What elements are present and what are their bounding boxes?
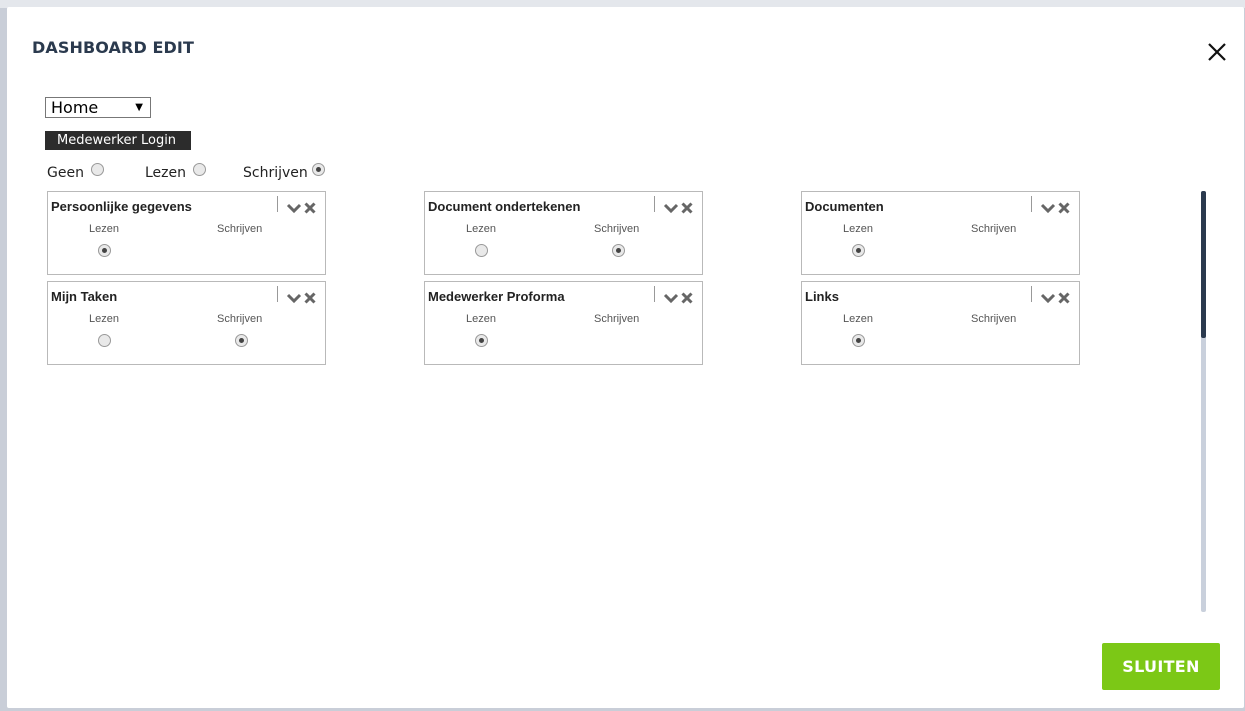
widget-title: Document ondertekenen	[428, 199, 581, 214]
widget-read-radio[interactable]	[852, 244, 865, 257]
widget-read-label: Lezen	[89, 313, 119, 325]
perm-radio-geen[interactable]	[91, 163, 104, 176]
widget-card: Persoonlijke gegevens Lezen Schrijven	[47, 191, 326, 275]
widget-write-radio[interactable]	[612, 244, 625, 257]
caret-down-icon: ▼	[135, 102, 143, 113]
widget-read-radio[interactable]	[475, 244, 488, 257]
dashboard-edit-modal: DASHBOARD EDIT Home ▼ Medewerker Login G…	[7, 7, 1244, 708]
widget-write-radio[interactable]	[235, 334, 248, 347]
perm-radio-lezen[interactable]	[193, 163, 206, 176]
perm-label-geen: Geen	[47, 165, 84, 181]
widget-divider	[654, 196, 655, 212]
remove-widget-icon[interactable]	[681, 199, 693, 214]
widget-card: Document ondertekenen Lezen Schrijven	[424, 191, 703, 275]
widget-title: Mijn Taken	[51, 289, 118, 304]
widget-read-label: Lezen	[843, 223, 873, 235]
widget-title: Documenten	[805, 199, 884, 214]
remove-widget-icon[interactable]	[1058, 289, 1070, 304]
chevron-down-icon[interactable]	[1040, 289, 1056, 304]
widget-title: Persoonlijke gegevens	[51, 199, 192, 214]
widget-read-radio[interactable]	[475, 334, 488, 347]
widget-divider	[1031, 286, 1032, 302]
chevron-down-icon[interactable]	[286, 289, 302, 304]
perm-radio-schrijven[interactable]	[312, 163, 325, 176]
widget-read-label: Lezen	[843, 313, 873, 325]
widget-title: Links	[805, 289, 839, 304]
widget-card: Links Lezen Schrijven	[801, 281, 1080, 365]
widget-divider	[1031, 196, 1032, 212]
close-icon[interactable]	[1205, 40, 1229, 64]
sluiten-button[interactable]: SLUITEN	[1102, 643, 1220, 690]
widget-write-label: Schrijven	[971, 223, 1017, 235]
widget-read-radio[interactable]	[852, 334, 865, 347]
remove-widget-icon[interactable]	[1058, 199, 1070, 214]
widget-read-radio[interactable]	[98, 334, 111, 347]
remove-widget-icon[interactable]	[681, 289, 693, 304]
widget-card: Medewerker Proforma Lezen Schrijven	[424, 281, 703, 365]
widget-write-label: Schrijven	[594, 223, 640, 235]
scrollbar-thumb[interactable]	[1201, 191, 1206, 338]
widget-card: Mijn Taken Lezen Schrijven	[47, 281, 326, 365]
widget-write-label: Schrijven	[594, 313, 640, 325]
widget-read-label: Lezen	[466, 313, 496, 325]
widget-divider	[277, 286, 278, 302]
widget-title: Medewerker Proforma	[428, 289, 565, 304]
chevron-down-icon[interactable]	[1040, 199, 1056, 214]
page-select[interactable]: Home ▼	[45, 97, 151, 118]
widget-read-label: Lezen	[466, 223, 496, 235]
modal-title: DASHBOARD EDIT	[32, 38, 194, 57]
role-badge: Medewerker Login	[45, 131, 191, 150]
widget-read-label: Lezen	[89, 223, 119, 235]
page-select-value: Home	[51, 98, 99, 117]
chevron-down-icon[interactable]	[286, 199, 302, 214]
remove-widget-icon[interactable]	[304, 289, 316, 304]
perm-label-lezen: Lezen	[145, 165, 187, 181]
remove-widget-icon[interactable]	[304, 199, 316, 214]
perm-label-schrijven: Schrijven	[243, 165, 308, 181]
widget-write-label: Schrijven	[217, 223, 263, 235]
widget-write-label: Schrijven	[971, 313, 1017, 325]
chevron-down-icon[interactable]	[663, 289, 679, 304]
widget-divider	[277, 196, 278, 212]
widget-write-label: Schrijven	[217, 313, 263, 325]
widget-read-radio[interactable]	[98, 244, 111, 257]
widget-divider	[654, 286, 655, 302]
chevron-down-icon[interactable]	[663, 199, 679, 214]
widget-card: Documenten Lezen Schrijven	[801, 191, 1080, 275]
